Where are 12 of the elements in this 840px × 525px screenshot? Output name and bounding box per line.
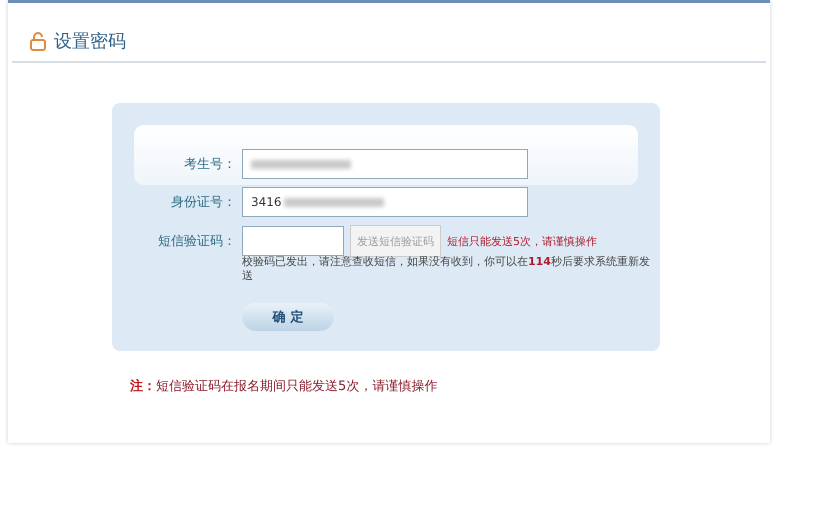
note-text: 注：短信验证码在报名期间只能发送5次，请谨慎操作 (130, 378, 438, 394)
hint-text: 校验码已发出，请注意查收短信，如果没有收到，你可以在114秒后要求系统重新发送 (242, 255, 651, 282)
input-field[interactable] (242, 226, 344, 256)
input-field[interactable] (242, 149, 528, 179)
input-field[interactable]: 3416 (242, 187, 528, 217)
padlock-icon (30, 31, 46, 51)
field-label: 考生号： (184, 156, 236, 173)
field-label: 身份证号： (171, 194, 236, 211)
confirm-button[interactable]: 确 定 (242, 302, 334, 330)
warning-text: 短信只能发送5次，请谨慎操作 (447, 234, 597, 248)
page-title: 设置密码 (54, 30, 126, 53)
field-label: 短信验证码： (158, 233, 236, 250)
